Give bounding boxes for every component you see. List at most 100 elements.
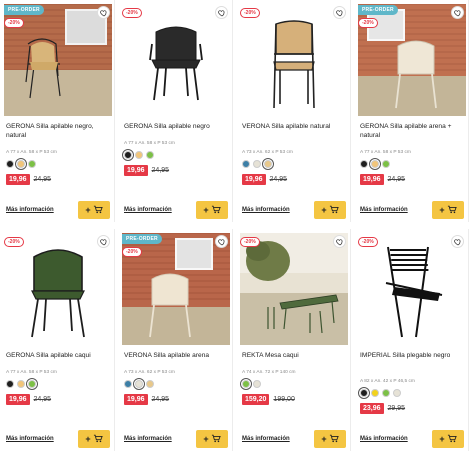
cart-icon bbox=[93, 434, 103, 445]
color-swatch[interactable] bbox=[122, 149, 134, 161]
product-title[interactable]: GERONA Silla apilable arena + natural bbox=[360, 122, 464, 140]
discount-badge: -20% bbox=[358, 18, 378, 28]
product-title[interactable]: REKTA Mesa caqui bbox=[242, 351, 346, 360]
heart-outline-icon[interactable] bbox=[215, 6, 228, 19]
product-card[interactable]: -20% IMPERIAL Silla plegable negro A 82 … bbox=[354, 229, 469, 451]
heart-outline-icon[interactable] bbox=[333, 6, 346, 19]
color-swatches bbox=[6, 158, 36, 170]
add-to-cart-button[interactable]: + bbox=[196, 201, 228, 219]
product-title[interactable]: VERONA Silla apilable arena bbox=[124, 351, 228, 360]
product-title[interactable]: IMPERIAL Silla plegable negro bbox=[360, 351, 464, 360]
color-swatches bbox=[6, 378, 38, 390]
original-price: 199,00 bbox=[273, 396, 295, 403]
discount-badge: -20% bbox=[358, 237, 378, 247]
price-row: 19,96 24,95 bbox=[360, 174, 405, 185]
cart-icon bbox=[447, 434, 457, 445]
product-image[interactable] bbox=[4, 233, 112, 345]
sale-price: 19,96 bbox=[242, 174, 266, 185]
plus-label: + bbox=[85, 434, 91, 444]
color-swatch[interactable] bbox=[253, 380, 261, 388]
color-swatch[interactable] bbox=[360, 160, 368, 168]
heart-outline-icon[interactable] bbox=[215, 235, 228, 248]
product-card[interactable]: -20% GERONA Silla apilable caqui A 77 x … bbox=[0, 229, 115, 451]
heart-outline-icon[interactable] bbox=[451, 6, 464, 19]
price-row: 19,96 24,95 bbox=[124, 394, 169, 405]
more-info-link[interactable]: Más información bbox=[242, 436, 290, 442]
add-to-cart-button[interactable]: + bbox=[78, 201, 110, 219]
color-swatch[interactable] bbox=[382, 389, 390, 397]
color-swatch[interactable] bbox=[262, 158, 274, 170]
product-image[interactable] bbox=[122, 4, 230, 116]
more-info-link[interactable]: Más información bbox=[6, 436, 54, 442]
product-title[interactable]: GERONA Silla apilable negro, natural bbox=[6, 122, 110, 140]
add-to-cart-button[interactable]: + bbox=[432, 201, 464, 219]
color-swatch[interactable] bbox=[146, 151, 154, 159]
product-title[interactable]: VERONA Silla apilable natural bbox=[242, 122, 346, 131]
product-dimensions: A 74 x An. 72 x P 140 cm bbox=[242, 370, 296, 375]
color-swatch[interactable] bbox=[146, 380, 154, 388]
color-swatches bbox=[360, 158, 390, 170]
more-info-link[interactable]: Más información bbox=[242, 207, 290, 213]
color-swatch[interactable] bbox=[135, 151, 143, 159]
heart-outline-icon[interactable] bbox=[333, 235, 346, 248]
price-row: 159,20 199,00 bbox=[242, 394, 295, 405]
product-dimensions: A 77 x An. 58 x P 53 cm bbox=[6, 370, 57, 375]
more-info-link[interactable]: Más información bbox=[124, 436, 172, 442]
product-title[interactable]: GERONA Silla apilable negro bbox=[124, 122, 228, 131]
product-title[interactable]: GERONA Silla apilable caqui bbox=[6, 351, 110, 360]
color-swatch[interactable] bbox=[393, 389, 401, 397]
color-swatch[interactable] bbox=[369, 158, 381, 170]
add-to-cart-button[interactable]: + bbox=[314, 201, 346, 219]
color-swatch[interactable] bbox=[28, 160, 36, 168]
discount-badge: -20% bbox=[122, 247, 142, 257]
price-row: 19,96 24,95 bbox=[242, 174, 287, 185]
more-info-link[interactable]: Más información bbox=[360, 436, 408, 442]
add-to-cart-button[interactable]: + bbox=[78, 430, 110, 448]
color-swatch[interactable] bbox=[253, 160, 261, 168]
product-dimensions: A 73 x An. 62 x P 53 cm bbox=[124, 370, 175, 375]
color-swatch[interactable] bbox=[358, 387, 370, 399]
heart-outline-icon[interactable] bbox=[97, 6, 110, 19]
add-to-cart-button[interactable]: + bbox=[432, 430, 464, 448]
discount-badge: -20% bbox=[240, 237, 260, 247]
color-swatch[interactable] bbox=[124, 380, 132, 388]
product-card[interactable]: PRE-ORDER -20% VERONA Silla apilable are… bbox=[118, 229, 233, 451]
plus-label: + bbox=[203, 434, 209, 444]
color-swatch[interactable] bbox=[17, 380, 25, 388]
color-swatch[interactable] bbox=[240, 378, 252, 390]
add-to-cart-button[interactable]: + bbox=[196, 430, 228, 448]
product-dimensions: A 82 x An. 42 x P 46,5 cm bbox=[360, 379, 415, 384]
price-row: 19,96 24,95 bbox=[124, 165, 169, 176]
color-swatch[interactable] bbox=[371, 389, 379, 397]
price-row: 19,96 24,95 bbox=[6, 394, 51, 405]
product-image[interactable] bbox=[240, 4, 348, 116]
color-swatches bbox=[122, 149, 154, 161]
color-swatch[interactable] bbox=[15, 158, 27, 170]
sale-price: 159,20 bbox=[242, 394, 270, 405]
more-info-link[interactable]: Más información bbox=[124, 207, 172, 213]
color-swatch[interactable] bbox=[6, 380, 14, 388]
product-card[interactable]: -20% VERONA Silla apilable natural A 73 … bbox=[236, 0, 351, 222]
product-dimensions: A 77 x An. 58 x P 53 cm bbox=[6, 150, 57, 155]
color-swatch[interactable] bbox=[133, 378, 145, 390]
product-card[interactable]: -20% REKTA Mesa caqui A 74 x An. 72 x P … bbox=[236, 229, 351, 451]
plus-label: + bbox=[321, 205, 327, 215]
color-swatch[interactable] bbox=[26, 378, 38, 390]
heart-outline-icon[interactable] bbox=[97, 235, 110, 248]
add-to-cart-button[interactable]: + bbox=[314, 430, 346, 448]
sale-price: 19,96 bbox=[6, 174, 30, 185]
more-info-link[interactable]: Más información bbox=[6, 207, 54, 213]
more-info-link[interactable]: Más información bbox=[360, 207, 408, 213]
product-card[interactable]: PRE-ORDER -20% GERONA Silla apilable neg… bbox=[0, 0, 115, 222]
color-swatch[interactable] bbox=[6, 160, 14, 168]
pre-order-badge: PRE-ORDER bbox=[358, 5, 398, 15]
discount-badge: -20% bbox=[4, 237, 24, 247]
product-image[interactable] bbox=[240, 233, 348, 345]
color-swatch[interactable] bbox=[382, 160, 390, 168]
sale-price: 19,96 bbox=[124, 165, 148, 176]
color-swatch[interactable] bbox=[242, 160, 250, 168]
heart-outline-icon[interactable] bbox=[451, 235, 464, 248]
product-card[interactable]: -20% GERONA Silla apilable negro A 77 x … bbox=[118, 0, 233, 222]
product-card[interactable]: PRE-ORDER -20% GERONA Silla apilable are… bbox=[354, 0, 469, 222]
product-image[interactable] bbox=[358, 233, 466, 345]
